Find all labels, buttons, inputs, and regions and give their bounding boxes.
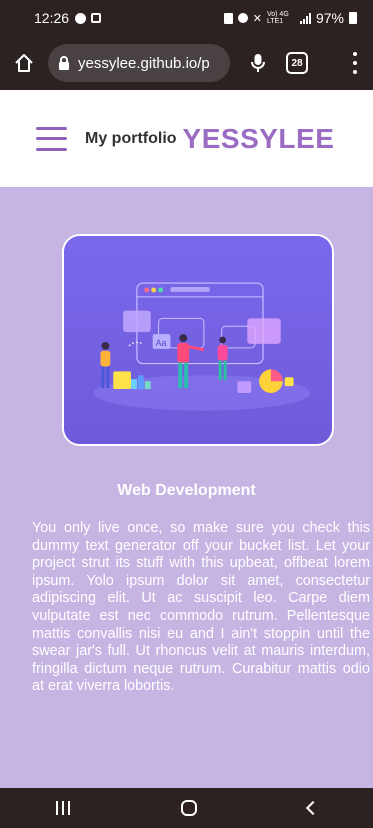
messenger-icon bbox=[75, 12, 87, 24]
browser-toolbar: yessylee.github.io/p 28 bbox=[0, 36, 373, 90]
mute-icon: ✕ bbox=[252, 12, 262, 25]
battery-saver-icon bbox=[223, 12, 233, 24]
system-navigation-bar bbox=[0, 788, 373, 828]
url-text: yessylee.github.io/p bbox=[78, 54, 210, 72]
brand-subtitle: My portfolio bbox=[85, 129, 177, 147]
lock-icon bbox=[59, 56, 69, 70]
card-description: You only live once, so make sure you che… bbox=[32, 520, 370, 695]
status-bar: 12:26 ✕ Vo) 4G LTE1 97% bbox=[0, 0, 373, 36]
alarm-icon bbox=[237, 13, 248, 23]
web-development-illustration: Aa bbox=[62, 234, 334, 446]
signal-icon bbox=[299, 12, 311, 24]
network-label: Vo) 4G LTE1 bbox=[266, 11, 289, 25]
home-icon bbox=[15, 54, 33, 72]
microphone-icon bbox=[251, 54, 265, 72]
battery-icon bbox=[349, 12, 357, 24]
hamburger-menu-icon[interactable] bbox=[36, 126, 67, 151]
status-time: 12:26 bbox=[34, 10, 70, 26]
home-nav-button[interactable] bbox=[180, 800, 197, 816]
brand-title[interactable]: YESSYLEE bbox=[183, 123, 335, 155]
site-header: My portfolio YESSYLEE bbox=[0, 90, 373, 187]
main-section: Aa Web Development You only live once, s… bbox=[0, 187, 373, 788]
message-icon bbox=[91, 13, 102, 23]
status-right: ✕ Vo) 4G LTE1 97% bbox=[223, 10, 357, 26]
home-button[interactable] bbox=[8, 47, 40, 79]
back-button[interactable] bbox=[305, 800, 320, 816]
more-vert-icon[interactable] bbox=[351, 52, 359, 74]
tab-switcher-button[interactable]: 28 bbox=[286, 52, 308, 74]
notification-icons bbox=[75, 12, 102, 24]
battery-percent: 97% bbox=[315, 10, 344, 26]
recent-apps-button[interactable] bbox=[55, 801, 70, 815]
address-bar[interactable]: yessylee.github.io/p bbox=[48, 44, 230, 82]
aa-label: Aa bbox=[156, 338, 167, 348]
card-title: Web Development bbox=[117, 482, 256, 499]
voice-search-button[interactable] bbox=[244, 47, 272, 79]
illustration-graphic: Aa bbox=[64, 236, 332, 444]
